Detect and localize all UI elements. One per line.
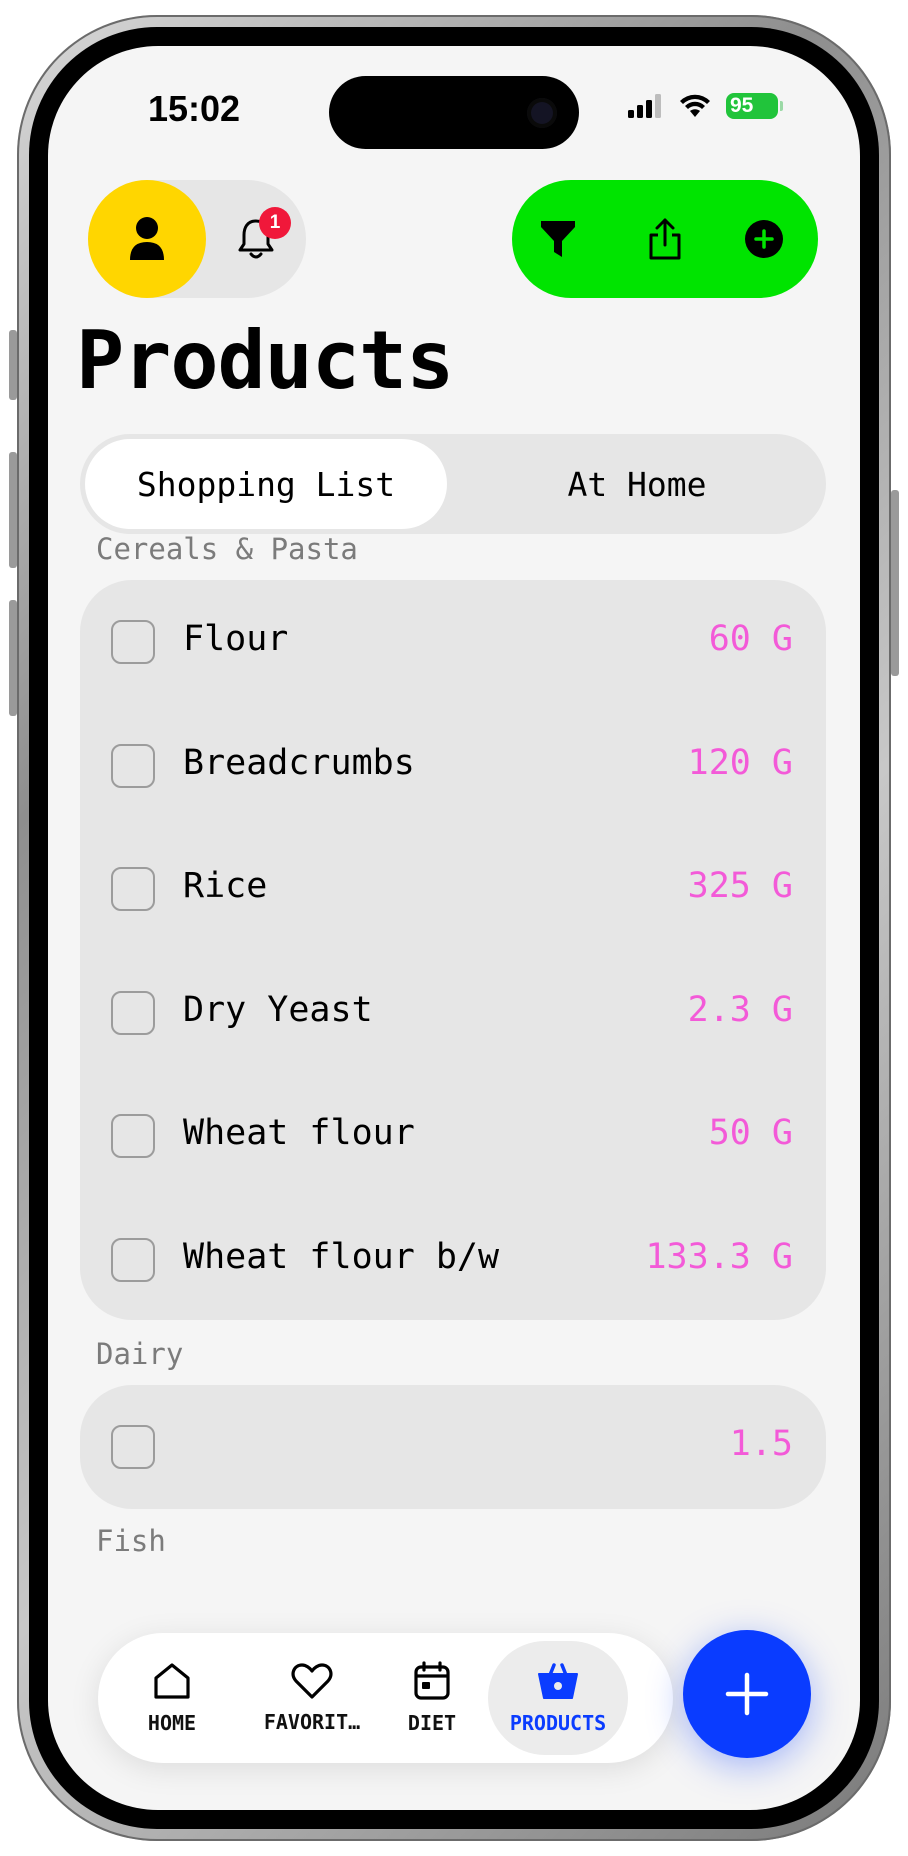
item-name: Flour bbox=[183, 619, 289, 659]
section-card: 1.5 bbox=[80, 1385, 826, 1509]
page-title: Products bbox=[76, 314, 454, 407]
checkbox[interactable] bbox=[111, 1425, 155, 1469]
share-icon bbox=[649, 218, 681, 260]
item-quantity: 60 G bbox=[708, 619, 793, 659]
item-name: Wheat flour bbox=[183, 1113, 415, 1153]
tab-products[interactable]: PRODUCTS bbox=[488, 1641, 628, 1755]
list-item[interactable]: Rice 325 G bbox=[80, 851, 826, 931]
section-card: Flour 60 G Breadcrumbs 120 G Rice 325 G … bbox=[80, 580, 826, 1320]
tab-shopping-list[interactable]: Shopping List bbox=[85, 439, 447, 529]
item-quantity: 120 G bbox=[687, 743, 793, 783]
dynamic-island bbox=[329, 76, 579, 149]
filter-button[interactable] bbox=[519, 200, 597, 278]
section-title: Cereals & Pasta bbox=[96, 532, 358, 566]
basket-icon bbox=[538, 1663, 578, 1699]
action-button bbox=[9, 330, 17, 400]
item-name: Wheat flour b/w bbox=[183, 1237, 500, 1277]
checkbox[interactable] bbox=[111, 991, 155, 1035]
list-item[interactable]: Wheat flour 50 G bbox=[80, 1098, 826, 1178]
volume-down-button bbox=[9, 600, 17, 716]
add-circle-button[interactable] bbox=[725, 200, 803, 278]
item-quantity: 1.5 bbox=[729, 1424, 793, 1464]
checkbox[interactable] bbox=[111, 744, 155, 788]
add-product-button[interactable] bbox=[683, 1630, 811, 1758]
heart-icon bbox=[291, 1663, 333, 1699]
segmented-control: Shopping List At Home bbox=[80, 434, 826, 534]
tab-favorites[interactable]: FAVORIT… bbox=[246, 1641, 378, 1755]
cellular-signal-icon bbox=[628, 94, 661, 118]
item-quantity: 50 G bbox=[708, 1113, 793, 1153]
item-quantity: 133.3 G bbox=[645, 1237, 793, 1277]
share-button[interactable] bbox=[626, 200, 704, 278]
tab-label: DIET bbox=[407, 1711, 457, 1735]
list-item[interactable]: 1.5 bbox=[80, 1409, 826, 1489]
item-name: Rice bbox=[183, 866, 268, 906]
wifi-icon bbox=[680, 94, 710, 117]
status-time: 15:02 bbox=[148, 88, 241, 129]
power-button bbox=[891, 490, 899, 676]
filter-icon bbox=[541, 221, 575, 257]
checkbox[interactable] bbox=[111, 620, 155, 664]
profile-button[interactable] bbox=[88, 180, 206, 298]
tab-bar: HOME FAVORIT… DIET PRODUCTS bbox=[98, 1633, 673, 1763]
section-title: Fish bbox=[96, 1524, 166, 1558]
screen: 15:02 95 1 Products Shopping List At Hom… bbox=[48, 46, 860, 1810]
volume-up-button bbox=[9, 452, 17, 568]
tab-label: FAVORIT… bbox=[263, 1710, 361, 1734]
tab-label: PRODUCTS bbox=[509, 1711, 607, 1735]
section-title: Dairy bbox=[96, 1337, 184, 1371]
checkbox[interactable] bbox=[111, 867, 155, 911]
item-name: Dry Yeast bbox=[183, 990, 373, 1030]
calendar-icon bbox=[414, 1661, 450, 1700]
item-quantity: 2.3 G bbox=[687, 990, 793, 1030]
battery-icon: 95 bbox=[726, 93, 783, 119]
notification-badge: 1 bbox=[259, 207, 291, 239]
checkbox[interactable] bbox=[111, 1238, 155, 1282]
item-quantity: 325 G bbox=[687, 866, 793, 906]
tab-home[interactable]: HOME bbox=[106, 1641, 238, 1755]
tab-label: HOME bbox=[147, 1711, 197, 1735]
list-item[interactable]: Wheat flour b/w 133.3 G bbox=[80, 1222, 826, 1302]
status-indicators: 95 bbox=[628, 90, 783, 122]
user-icon bbox=[130, 217, 164, 260]
actions-pill bbox=[512, 180, 818, 298]
home-icon bbox=[154, 1663, 190, 1699]
list-item[interactable]: Dry Yeast 2.3 G bbox=[80, 975, 826, 1055]
list-item[interactable]: Breadcrumbs 120 G bbox=[80, 728, 826, 808]
checkbox[interactable] bbox=[111, 1114, 155, 1158]
item-name: Breadcrumbs bbox=[183, 743, 415, 783]
list-item[interactable]: Flour 60 G bbox=[80, 604, 826, 684]
battery-level: 95 bbox=[730, 94, 754, 117]
plus-circle-icon bbox=[745, 220, 783, 258]
tab-at-home[interactable]: At Home bbox=[452, 439, 822, 529]
tab-diet[interactable]: DIET bbox=[366, 1641, 498, 1755]
plus-icon bbox=[725, 1672, 769, 1716]
camera-icon bbox=[527, 98, 557, 128]
